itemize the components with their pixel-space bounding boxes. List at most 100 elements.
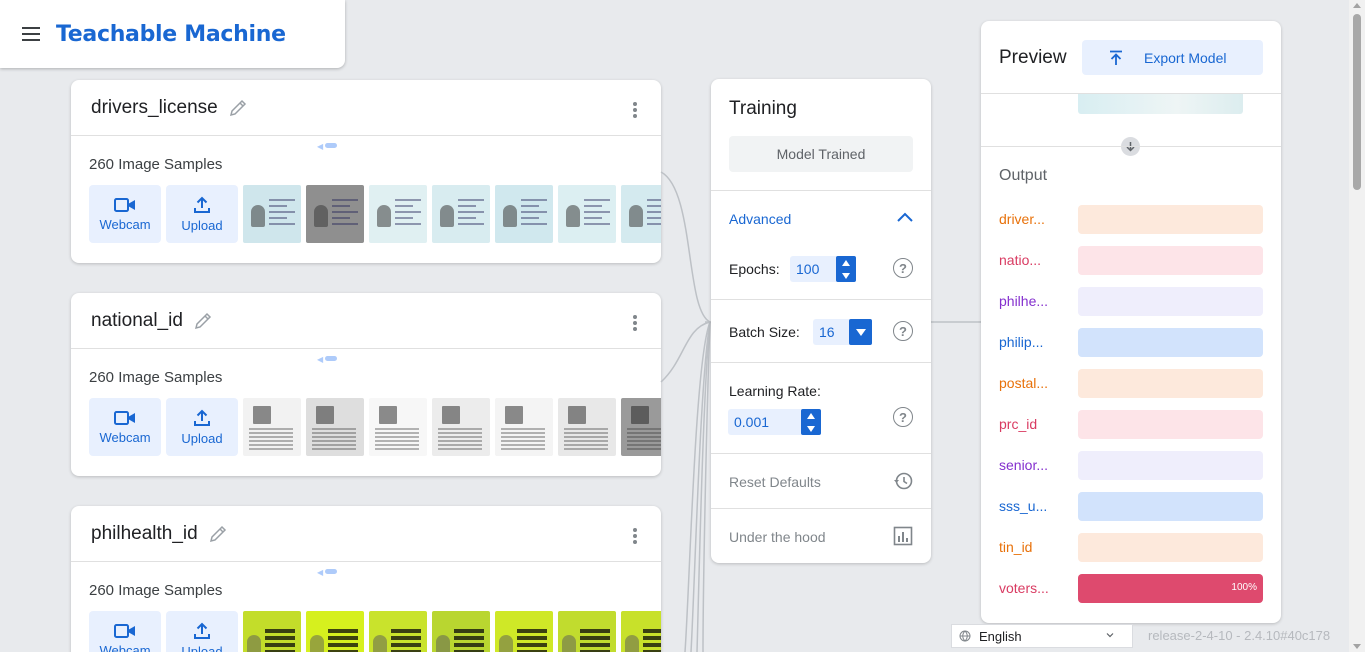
upload-label: Upload <box>181 643 223 652</box>
under-the-hood-button[interactable]: Under the hood <box>729 529 826 545</box>
sample-thumbnail[interactable] <box>432 611 490 652</box>
class-card-header: drivers_license <box>71 80 661 136</box>
sample-row: Webcam Upload <box>89 185 661 243</box>
sample-thumbnail[interactable] <box>558 611 616 652</box>
scrollbar-thumb[interactable] <box>1353 14 1361 190</box>
confidence-bar <box>1078 369 1263 398</box>
epochs-stepper[interactable] <box>836 256 856 282</box>
epochs-input[interactable]: 100 <box>790 256 856 282</box>
upload-icon <box>194 196 210 213</box>
output-row: tin_id <box>999 533 1263 562</box>
sample-thumbnail[interactable] <box>369 398 427 456</box>
upload-button[interactable]: Upload <box>166 611 238 652</box>
output-label: sss_u... <box>999 498 1048 514</box>
learning-rate-help-icon[interactable]: ? <box>893 407 913 427</box>
more-options-icon[interactable] <box>633 315 637 331</box>
webcam-label: Webcam <box>99 429 151 445</box>
batch-size-help-icon[interactable]: ? <box>893 321 913 341</box>
output-row: driver... <box>999 205 1263 234</box>
train-model-button[interactable]: Model Trained <box>729 136 913 172</box>
webcam-button[interactable]: Webcam <box>89 398 161 456</box>
sample-thumbnail[interactable] <box>369 185 427 243</box>
scrollbar-thumb[interactable] <box>325 356 337 361</box>
preview-panel: Preview Export Model Output driver... na… <box>981 21 1281 623</box>
reset-defaults-button[interactable]: Reset Defaults <box>729 474 821 490</box>
export-model-button[interactable]: Export Model <box>1082 40 1263 75</box>
pencil-icon[interactable] <box>208 524 228 544</box>
divider <box>981 146 1281 147</box>
sample-thumbnail[interactable] <box>495 398 553 456</box>
thumbnail-scrollbar[interactable]: ◀ ▶ <box>317 142 661 151</box>
sample-thumbnail[interactable] <box>558 185 616 243</box>
sample-thumbnail[interactable] <box>432 185 490 243</box>
language-select[interactable]: English <box>951 624 1133 648</box>
sample-thumbnail[interactable] <box>306 185 364 243</box>
confidence-bar <box>1078 287 1263 316</box>
scrollbar-thumb[interactable] <box>325 143 337 148</box>
class-name[interactable]: drivers_license <box>91 97 218 119</box>
sample-thumbnail[interactable] <box>306 611 364 652</box>
app-title[interactable]: Teachable Machine <box>56 22 286 47</box>
sample-thumbnail[interactable] <box>495 611 553 652</box>
app-header: Teachable Machine <box>0 0 345 68</box>
sample-thumbnail[interactable] <box>558 398 616 456</box>
divider <box>711 453 931 454</box>
upload-icon <box>194 622 210 639</box>
learning-rate-stepper[interactable] <box>801 409 821 435</box>
more-options-icon[interactable] <box>633 528 637 544</box>
sample-thumbnail[interactable] <box>243 398 301 456</box>
divider <box>711 299 931 300</box>
pencil-icon[interactable] <box>228 98 248 118</box>
epochs-help-icon[interactable]: ? <box>893 258 913 278</box>
webcam-button[interactable]: Webcam <box>89 611 161 652</box>
sample-row: Webcam Upload <box>89 611 661 652</box>
more-options-icon[interactable] <box>633 102 637 118</box>
output-row: natio... <box>999 246 1263 275</box>
scroll-left-arrow-icon[interactable]: ◀ <box>317 142 323 151</box>
confidence-bar <box>1078 410 1263 439</box>
confidence-bar <box>1078 205 1263 234</box>
sample-thumbnail[interactable] <box>243 611 301 652</box>
bar-chart-icon[interactable] <box>893 526 913 546</box>
upload-button[interactable]: Upload <box>166 185 238 243</box>
history-icon[interactable] <box>893 471 913 491</box>
output-label: voters... <box>999 580 1049 596</box>
scroll-down-arrow-icon[interactable] <box>1353 644 1361 649</box>
output-row: voters... 100% <box>999 574 1263 603</box>
upload-icon <box>1110 50 1122 65</box>
scroll-up-arrow-icon[interactable] <box>1353 3 1361 8</box>
scroll-left-arrow-icon[interactable]: ◀ <box>317 568 323 577</box>
confidence-bar <box>1078 492 1263 521</box>
output-label: philhe... <box>999 293 1049 309</box>
sample-thumbnail[interactable] <box>369 611 427 652</box>
chevron-up-icon[interactable] <box>897 211 913 223</box>
learning-rate-input[interactable]: 0.001 <box>728 409 821 435</box>
hamburger-menu-icon[interactable] <box>22 27 40 41</box>
webcam-button[interactable]: Webcam <box>89 185 161 243</box>
output-row: philip... <box>999 328 1263 357</box>
thumbnail-scrollbar[interactable]: ◀ ▶ <box>317 355 661 364</box>
pencil-icon[interactable] <box>193 311 213 331</box>
batch-size-select[interactable]: 16 <box>813 319 872 345</box>
learning-rate-label: Learning Rate: <box>729 383 821 399</box>
advanced-toggle[interactable]: Advanced <box>729 211 791 227</box>
sample-count: 260 Image Samples <box>89 582 223 599</box>
sample-thumbnail[interactable] <box>495 185 553 243</box>
class-name[interactable]: national_id <box>91 310 183 332</box>
sample-thumbnail[interactable] <box>432 398 490 456</box>
sample-thumbnail[interactable] <box>243 185 301 243</box>
scroll-left-arrow-icon[interactable]: ◀ <box>317 355 323 364</box>
scrollbar-thumb[interactable] <box>325 569 337 574</box>
sample-row: Webcam Upload <box>89 398 661 456</box>
sample-thumbnail[interactable] <box>306 398 364 456</box>
thumbnail-scrollbar[interactable]: ◀ ▶ <box>317 568 661 577</box>
output-row: philhe... <box>999 287 1263 316</box>
page-scrollbar[interactable] <box>1349 0 1365 652</box>
class-card: philhealth_id 260 Image Samples Webcam U… <box>71 506 661 652</box>
chevron-down-icon[interactable] <box>849 319 872 345</box>
upload-button[interactable]: Upload <box>166 398 238 456</box>
upload-icon <box>194 409 210 426</box>
learning-rate-value: 0.001 <box>734 414 770 430</box>
class-name[interactable]: philhealth_id <box>91 523 198 545</box>
videocam-icon <box>114 197 135 212</box>
